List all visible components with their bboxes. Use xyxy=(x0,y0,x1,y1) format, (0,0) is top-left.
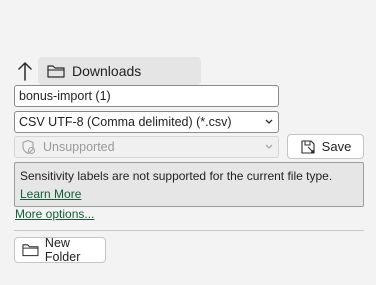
learn-more-link[interactable]: Learn More xyxy=(20,187,81,201)
divider xyxy=(14,230,364,231)
new-folder-button[interactable]: New Folder xyxy=(14,236,106,264)
filename-value: bonus-import (1) xyxy=(19,89,111,103)
folder-icon xyxy=(47,65,65,78)
file-type-select[interactable]: CSV UTF-8 (Comma delimited) (*.csv) xyxy=(14,111,279,133)
location-button[interactable]: Downloads xyxy=(38,57,201,85)
sensitivity-select: Unsupported xyxy=(14,136,279,158)
chevron-down-icon xyxy=(265,119,273,124)
filename-input[interactable]: bonus-import (1) xyxy=(14,85,279,107)
more-options-link[interactable]: More options... xyxy=(15,207,94,221)
save-icon xyxy=(301,139,315,154)
sensitivity-info-box: Sensitivity labels are not supported for… xyxy=(14,162,364,207)
new-folder-label: New Folder xyxy=(44,236,81,264)
up-level-button[interactable] xyxy=(14,58,36,84)
chevron-down-icon xyxy=(265,144,273,149)
arrow-up-icon xyxy=(18,62,32,81)
new-folder-icon xyxy=(22,244,39,257)
sensitivity-info-message: Sensitivity labels are not supported for… xyxy=(20,169,333,183)
file-type-value: CSV UTF-8 (Comma delimited) (*.csv) xyxy=(19,115,232,129)
save-label: Save xyxy=(321,139,352,154)
save-button[interactable]: Save xyxy=(287,134,364,159)
sensitivity-shield-icon xyxy=(22,139,35,155)
location-label: Downloads xyxy=(72,63,142,79)
sensitivity-value: Unsupported xyxy=(43,140,115,154)
